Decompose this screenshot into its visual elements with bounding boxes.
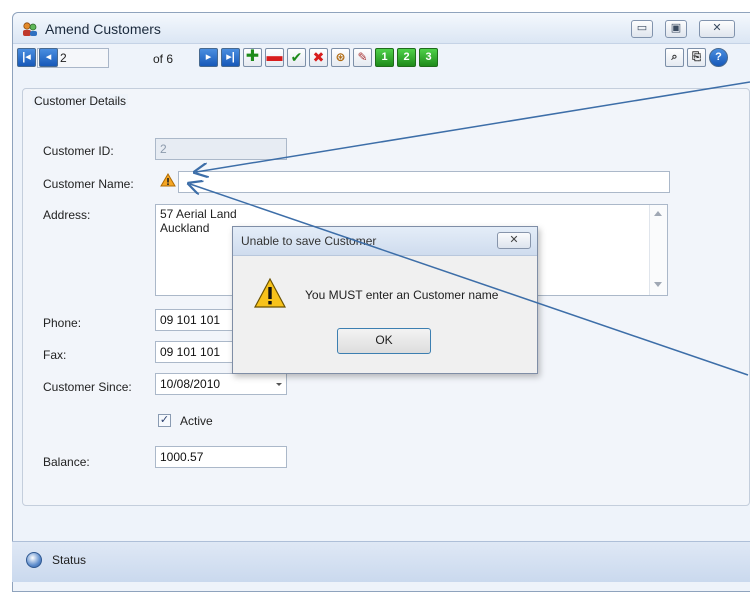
refresh-button[interactable]: ⊛ [331, 48, 350, 67]
navigator-toolbar: |◂ 2 ◂ of 6 ▸ ▸| ✚ ▬ ✔ ✖ ⊛ ✎ 1 2 3 ⌕ ⎘ ? [13, 45, 750, 79]
next-record-icon: ▸ [205, 51, 212, 63]
view-3-button[interactable]: 3 [419, 48, 438, 67]
customer-id-value: 2 [160, 142, 167, 156]
address-scrollbar[interactable] [649, 205, 667, 295]
help-icon: ? [715, 51, 722, 63]
ok-label: OK [375, 333, 393, 347]
cross-icon: ✖ [312, 49, 325, 65]
ok-button[interactable]: OK [337, 328, 431, 354]
customer-since-label: Customer Since: [43, 380, 132, 394]
address-value: 57 Aerial Land Auckland [160, 207, 237, 235]
dialog-title: Unable to save Customer [241, 234, 377, 248]
binoculars-icon: ⊛ [335, 50, 346, 64]
warning-icon [253, 277, 287, 308]
first-record-button[interactable]: |◂ [17, 48, 36, 67]
help-button[interactable]: ? [709, 48, 728, 67]
first-record-icon: |◂ [22, 51, 31, 63]
document-icon: ⎘ [692, 51, 701, 63]
minus-icon: ▬ [266, 48, 283, 65]
address-label: Address: [43, 208, 91, 222]
title-bar[interactable]: Amend Customers ▭ ▣ ✕ [13, 13, 750, 44]
balance-value: 1000.57 [160, 450, 204, 464]
close-icon: ✕ [509, 234, 519, 246]
customer-id-field: 2 [155, 138, 287, 160]
save-record-button[interactable]: ✔ [287, 48, 306, 67]
minimize-icon: ▭ [636, 22, 648, 34]
prev-record-icon: ◂ [45, 51, 52, 63]
record-count: of 6 [153, 52, 174, 66]
customers-app-icon [23, 22, 37, 36]
customer-name-input[interactable] [178, 171, 670, 193]
close-icon: ✕ [712, 22, 722, 34]
pencil-icon: ✎ [357, 50, 368, 64]
fax-label: Fax: [43, 348, 67, 362]
maximize-icon: ▣ [670, 22, 682, 34]
window-title: Amend Customers [45, 21, 161, 37]
plus-icon: ✚ [245, 48, 260, 65]
number-1-icon: 1 [381, 51, 388, 63]
close-button[interactable]: ✕ [699, 20, 735, 38]
number-2-icon: 2 [403, 51, 410, 63]
view-1-button[interactable]: 1 [375, 48, 394, 67]
find-button[interactable]: ⌕ [665, 48, 684, 67]
minimize-button[interactable]: ▭ [631, 20, 653, 38]
add-record-button[interactable]: ✚ [243, 48, 262, 67]
balance-input[interactable]: 1000.57 [155, 446, 287, 468]
view-2-button[interactable]: 2 [397, 48, 416, 67]
dialog-message: You MUST enter an Customer name [305, 288, 499, 302]
next-record-button[interactable]: ▸ [199, 48, 218, 67]
phone-value: 09 101 101 [160, 313, 221, 327]
error-dialog: Unable to save Customer ✕ You MUST enter… [232, 226, 538, 374]
dropdown-arrow-icon[interactable] [276, 383, 282, 386]
delete-record-button[interactable]: ▬ [265, 48, 284, 67]
record-number: 2 [60, 51, 67, 65]
dialog-title-bar[interactable]: Unable to save Customer ✕ [233, 227, 537, 256]
active-label: Active [180, 414, 213, 428]
fax-value: 09 101 101 [160, 345, 221, 359]
customer-id-label: Customer ID: [43, 144, 114, 158]
phone-label: Phone: [43, 316, 82, 330]
status-label: Status [52, 553, 87, 567]
cancel-edit-button[interactable]: ✖ [309, 48, 328, 67]
check-icon: ✔ [290, 49, 303, 65]
balance-label: Balance: [43, 455, 90, 469]
customer-since-value: 10/08/2010 [160, 377, 221, 391]
maximize-button[interactable]: ▣ [665, 20, 687, 38]
checkmark-icon: ✓ [159, 414, 170, 426]
prev-record-button[interactable]: ◂ [39, 48, 58, 67]
warning-icon [160, 173, 176, 187]
magnifier-icon: ⌕ [671, 51, 678, 63]
customer-name-label: Customer Name: [43, 177, 134, 191]
status-bar: Status [12, 541, 750, 582]
scroll-down-icon[interactable] [654, 282, 662, 287]
last-record-icon: ▸| [226, 51, 235, 63]
number-3-icon: 3 [425, 51, 432, 63]
scroll-up-icon[interactable] [654, 211, 662, 216]
customer-since-datepicker[interactable]: 10/08/2010 [155, 373, 287, 395]
edit-record-button[interactable]: ✎ [353, 48, 372, 67]
copy-button[interactable]: ⎘ [687, 48, 706, 67]
info-icon [26, 552, 42, 568]
last-record-button[interactable]: ▸| [221, 48, 240, 67]
dialog-close-button[interactable]: ✕ [497, 232, 531, 249]
active-checkbox[interactable]: ✓ [158, 414, 171, 427]
section-title: Customer Details [32, 94, 129, 108]
